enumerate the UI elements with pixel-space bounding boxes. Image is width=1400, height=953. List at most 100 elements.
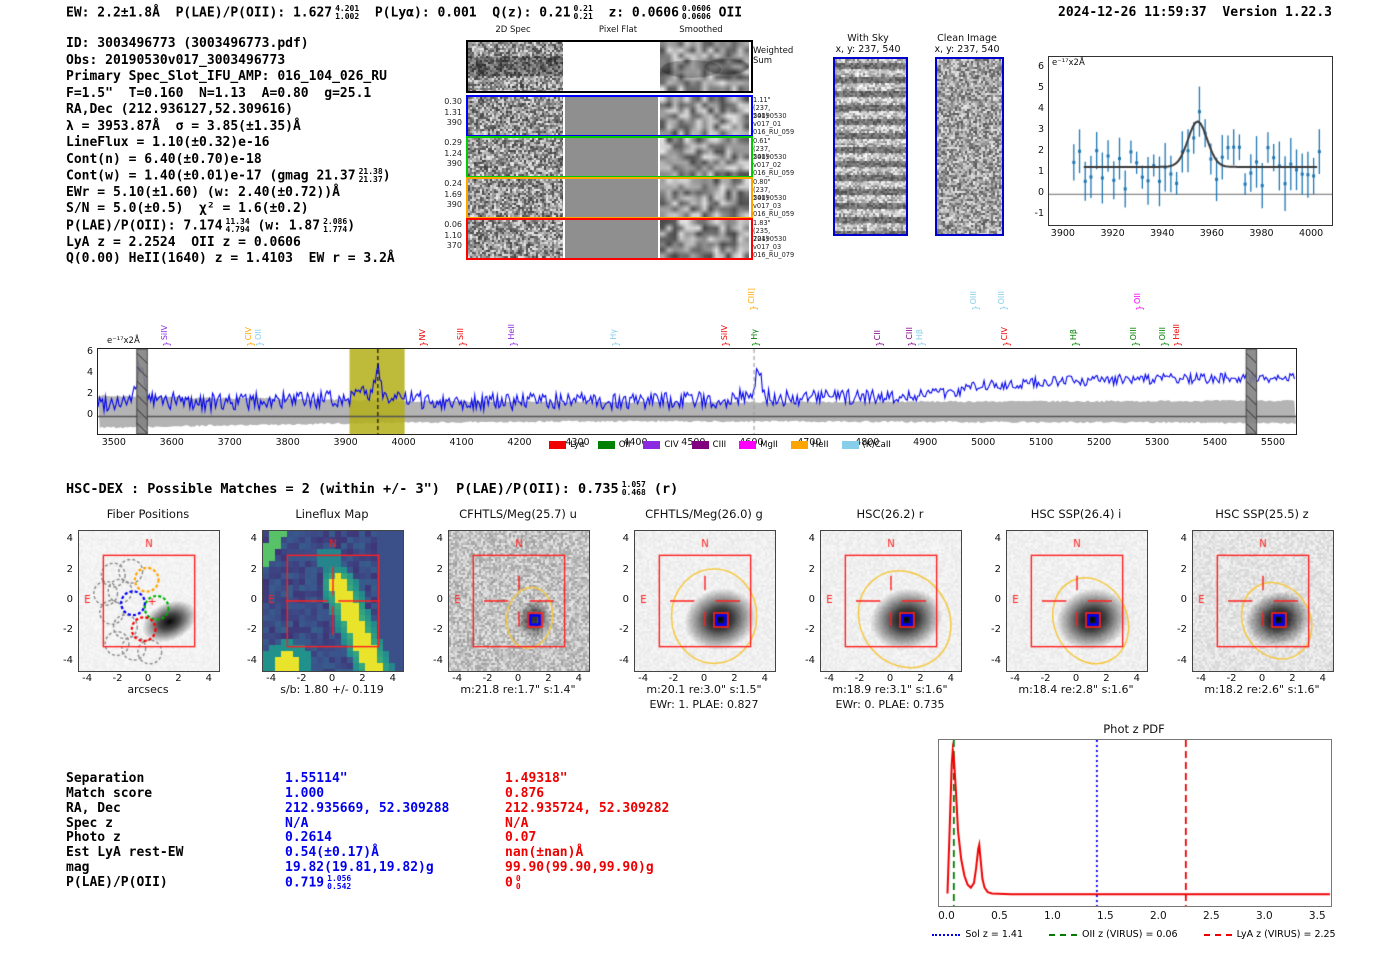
header-text: P(Lyα): 0.001 Q(z): 0.21 [359, 5, 571, 21]
emission-line-label-text: SiIV [160, 324, 170, 340]
match-table-value: 000 [505, 875, 521, 891]
y-tick-label: 2 [622, 563, 629, 575]
cutout-frame [1006, 530, 1148, 672]
emission-line-label: Hβ{ [1068, 288, 1080, 348]
legend-item: OII [597, 440, 631, 450]
legend-line-swatch [1203, 933, 1232, 936]
y-tick-label: 4 [436, 533, 443, 545]
match-table-row-label: mag [66, 860, 90, 876]
fiber-id-label: 20190530 [753, 234, 787, 243]
emission-line-label: HeII{ [505, 288, 517, 348]
cutout-frame [262, 530, 404, 672]
match-value-text: nan(±nan)Å [505, 845, 584, 861]
legend-label: OII [618, 440, 631, 450]
match-value-text: N/A [285, 815, 309, 831]
info-text: Cont(w) = 1.40(±0.01)e-17 (gmag 21.37 [66, 168, 356, 184]
y-tick-label: 6 [86, 346, 93, 358]
emission-line-label: SiIV{ [718, 288, 730, 348]
fiber-id-label: 016_RU_059 [753, 127, 795, 136]
cutout-frame [1192, 530, 1334, 672]
x-tick-label: 5500 [1260, 437, 1286, 448]
smoothed-image-canvas [660, 42, 749, 91]
match-value-text: 0.719 [285, 875, 325, 891]
legend-line-swatch [932, 933, 961, 936]
cutout-caption: arcsecs [127, 683, 169, 696]
match-table-row-label: Match score [66, 785, 153, 801]
cutout-image-canvas [1193, 531, 1333, 671]
y-tick-label: 1 [1037, 166, 1044, 178]
legend-color-swatch [549, 441, 567, 449]
spec2d-image-canvas [468, 97, 563, 135]
fiber-weight-label: 390 [446, 200, 462, 209]
info-text: LyA z = 2.2524 OII z = 0.0606 [66, 234, 301, 250]
smoothed-image-canvas [660, 97, 749, 135]
fraction-denominator: 0 [515, 881, 521, 891]
legend-item: (K)CaII [841, 440, 891, 450]
fraction-denominator: 21.37 [358, 174, 383, 184]
spec2d-image-canvas [468, 179, 563, 217]
cutout-frame [78, 530, 220, 672]
cutout-caption: m:18.9 re:3.1" s:1.6" [832, 683, 948, 696]
y-tick-label: -4 [1177, 654, 1187, 666]
cutout-image-canvas [263, 531, 403, 671]
info-line: Q(0.00) HeII(1640) z = 1.4103 EW r = 3.2… [66, 251, 395, 268]
emission-line-brace: { [1129, 341, 1140, 347]
y-tick-label: 0 [436, 594, 443, 605]
y-tick-label: -4 [247, 654, 257, 666]
legend-label: LyA z (VIRUS) = 2.25 [1236, 929, 1336, 940]
info-line: Cont(w) = 1.40(±0.01)e-17 (gmag 21.37 21.… [66, 168, 395, 185]
fraction-denominator: 4.794 [225, 224, 250, 234]
match-value-text: 0 [505, 875, 513, 891]
fiber-weight-label: 0.30 [444, 97, 462, 106]
y-tick-label: 4 [66, 533, 73, 545]
y-tick-label: 2 [436, 563, 443, 575]
info-text: λ = 3953.87Å σ = 3.85(±1.35)Å [66, 118, 301, 134]
match-table-row-label: Est LyA rest-EW [66, 845, 184, 861]
cutout-title: HSC SSP(26.4) i [1030, 507, 1122, 521]
emission-line-label-text: Hγ [608, 329, 618, 340]
emission-line-label-text: Hβ [1069, 328, 1079, 340]
legend-label: CIII [712, 440, 727, 450]
sky-panel-title: Clean Image [937, 33, 997, 44]
sky-panel-image-frame [833, 57, 908, 236]
weighted-sum-label: Sum [753, 56, 773, 66]
x-tick-label: 4000 [1299, 228, 1324, 239]
fiber-weight-label: 1.10 [444, 230, 462, 240]
match-table-value: 212.935724, 52.309282 [505, 801, 669, 816]
legend-item: Lyα [549, 440, 585, 450]
emission-line-brace: { [1133, 305, 1144, 311]
match-value-text: 0.2614 [285, 830, 332, 846]
match-value-text: 212.935724, 52.309282 [505, 800, 670, 816]
legend-label: OII z (VIRUS) = 0.06 [1082, 929, 1178, 940]
match-table-value: 1.55114" [285, 771, 348, 786]
info-line: ID: 3003496773 (3003496773.pdf) [66, 36, 395, 53]
fiber-weight-label: 390 [446, 118, 462, 127]
y-tick-label: 0 [808, 594, 815, 605]
emission-line-label-text: CII [873, 329, 883, 340]
y-tick-label: 2 [250, 563, 257, 575]
y-tick-label: -1 [1034, 208, 1044, 220]
info-text: Primary Spec_Slot_IFU_AMP: 016_104_026_R… [66, 69, 387, 85]
cutout-image-canvas [821, 531, 961, 671]
legend-color-swatch [790, 441, 808, 449]
info-text: F=1.5" T=0.160 N=1.13 A=0.80 g=25.1 [66, 85, 372, 101]
emission-line-brace: { [750, 341, 761, 347]
y-tick-label: 2 [1180, 563, 1187, 575]
y-tick-label: 0 [66, 594, 73, 605]
match-table-value: N/A [505, 816, 528, 831]
spectrum-canvas [98, 349, 1296, 434]
legend-item: LyA z (VIRUS) = 2.25 [1203, 929, 1336, 940]
match-table-row-label: Separation [66, 771, 145, 786]
match-table-value: 0.876 [505, 786, 544, 801]
info-line: P(LAE)/P(OII): 7.174 11.34 4.794 (w: 1.87 2… [66, 218, 395, 235]
cutout-image-canvas [79, 531, 219, 671]
plot-frame [938, 739, 1332, 907]
sky-panel-coords: x, y: 237, 540 [934, 44, 1000, 55]
cutout-caption: m:21.8 re:1.7" s:1.4" [460, 683, 576, 696]
y-tick-label: 0 [994, 594, 1001, 605]
spec2d-image-canvas [468, 138, 563, 176]
fraction-denominator: 1.774 [323, 224, 348, 234]
emission-line-label-text: SiII [455, 327, 465, 340]
emission-line-label: OII{ [252, 288, 264, 348]
match-value-text: N/A [505, 815, 529, 831]
